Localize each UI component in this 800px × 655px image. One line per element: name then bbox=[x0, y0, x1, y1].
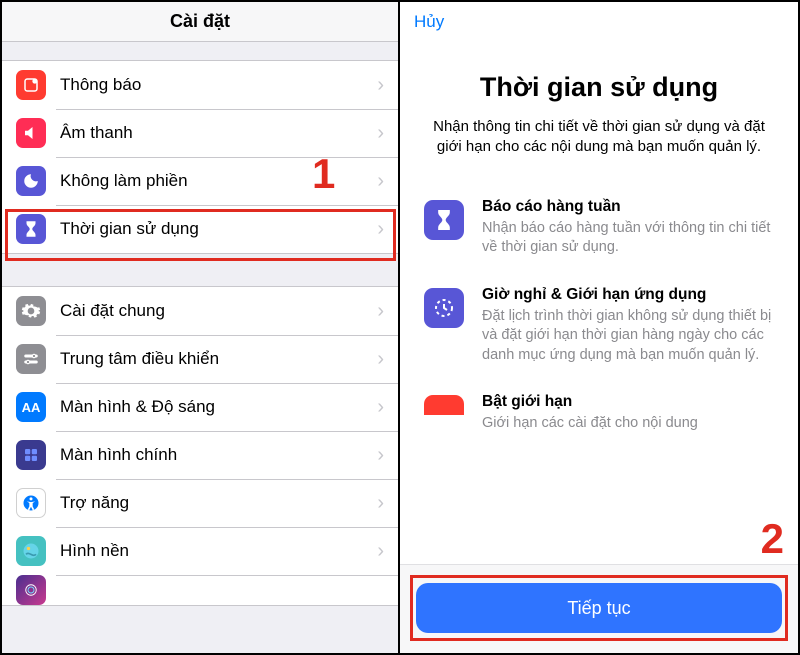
notifications-icon bbox=[16, 70, 46, 100]
settings-group-2: Cài đặt chung › Trung tâm điều khiển › A… bbox=[2, 286, 398, 606]
general-icon bbox=[16, 296, 46, 326]
settings-group-1: Thông báo › Âm thanh › Không làm phiền › bbox=[2, 60, 398, 254]
row-label: Hình nền bbox=[60, 541, 377, 561]
chevron-right-icon: › bbox=[377, 122, 384, 145]
row-label: Thời gian sử dụng bbox=[60, 219, 377, 239]
row-label: Trung tâm điều khiển bbox=[60, 349, 377, 369]
siri-icon bbox=[16, 575, 46, 605]
feature-downtime: Giờ nghỉ & Giới hạn ứng dụng Đặt lịch tr… bbox=[424, 286, 776, 366]
row-label: Không làm phiền bbox=[60, 171, 377, 191]
feature-list: Báo cáo hàng tuần Nhận báo cáo hàng tuần… bbox=[400, 198, 798, 434]
feature-title: Bật giới hạn bbox=[482, 393, 698, 411]
intro-description: Nhận thông tin chi tiết về thời gian sử … bbox=[400, 117, 798, 158]
chevron-right-icon: › bbox=[377, 74, 384, 97]
display-icon: AA bbox=[16, 392, 46, 422]
accessibility-icon bbox=[16, 488, 46, 518]
settings-screen: Cài đặt Thông báo › Âm thanh › bbox=[2, 2, 400, 653]
feature-desc: Đặt lịch trình thời gian không sử dụng t… bbox=[482, 307, 776, 366]
feature-desc: Nhận báo cáo hàng tuần với thông tin chi… bbox=[482, 219, 776, 258]
row-label: Âm thanh bbox=[60, 123, 377, 143]
feature-weekly-report: Báo cáo hàng tuần Nhận báo cáo hàng tuần… bbox=[424, 198, 776, 258]
row-wallpaper[interactable]: Hình nền › bbox=[2, 527, 398, 575]
row-siri[interactable]: Siri & Tìm kiếm bbox=[2, 575, 398, 605]
feature-title: Báo cáo hàng tuần bbox=[482, 198, 776, 216]
row-control-center[interactable]: Trung tâm điều khiển › bbox=[2, 335, 398, 383]
feature-desc: Giới hạn các cài đặt cho nội dung bbox=[482, 414, 698, 434]
row-label: Cài đặt chung bbox=[60, 301, 377, 321]
dnd-icon bbox=[16, 166, 46, 196]
screentime-intro-screen: Hủy Thời gian sử dụng Nhận thông tin chi… bbox=[400, 2, 798, 653]
row-sound[interactable]: Âm thanh › bbox=[2, 109, 398, 157]
screentime-icon bbox=[16, 214, 46, 244]
row-label: Trợ năng bbox=[60, 493, 377, 513]
restrictions-icon bbox=[424, 395, 464, 415]
hourglass-icon bbox=[424, 200, 464, 240]
chevron-right-icon: › bbox=[377, 492, 384, 515]
sound-icon bbox=[16, 118, 46, 148]
settings-title: Cài đặt bbox=[170, 11, 230, 32]
chevron-right-icon: › bbox=[377, 540, 384, 563]
control-center-icon bbox=[16, 344, 46, 374]
chevron-right-icon: › bbox=[377, 170, 384, 193]
home-screen-icon bbox=[16, 440, 46, 470]
continue-button[interactable]: Tiếp tục bbox=[416, 583, 782, 633]
wallpaper-icon bbox=[16, 536, 46, 566]
fade-overlay bbox=[400, 535, 798, 565]
row-display[interactable]: AA Màn hình & Độ sáng › bbox=[2, 383, 398, 431]
chevron-right-icon: › bbox=[377, 218, 384, 241]
modal-header: Hủy bbox=[400, 2, 798, 42]
chevron-right-icon: › bbox=[377, 348, 384, 371]
feature-restrictions: Bật giới hạn Giới hạn các cài đặt cho nộ… bbox=[424, 393, 776, 434]
chevron-right-icon: › bbox=[377, 300, 384, 323]
row-screentime[interactable]: Thời gian sử dụng › bbox=[2, 205, 398, 253]
downtime-icon bbox=[424, 288, 464, 328]
footer-bar: Tiếp tục bbox=[400, 564, 798, 653]
row-label: Thông báo bbox=[60, 75, 377, 95]
row-accessibility[interactable]: Trợ năng › bbox=[2, 479, 398, 527]
settings-header: Cài đặt bbox=[2, 2, 398, 42]
chevron-right-icon: › bbox=[377, 444, 384, 467]
chevron-right-icon: › bbox=[377, 396, 384, 419]
annotation-step-2: 2 bbox=[761, 515, 784, 563]
row-label: Màn hình chính bbox=[60, 445, 377, 465]
intro-title: Thời gian sử dụng bbox=[400, 72, 798, 103]
row-home-screen[interactable]: Màn hình chính › bbox=[2, 431, 398, 479]
feature-title: Giờ nghỉ & Giới hạn ứng dụng bbox=[482, 286, 776, 304]
cancel-button[interactable]: Hủy bbox=[414, 12, 444, 32]
row-notifications[interactable]: Thông báo › bbox=[2, 61, 398, 109]
row-dnd[interactable]: Không làm phiền › bbox=[2, 157, 398, 205]
row-general[interactable]: Cài đặt chung › bbox=[2, 287, 398, 335]
row-label: Màn hình & Độ sáng bbox=[60, 397, 377, 417]
